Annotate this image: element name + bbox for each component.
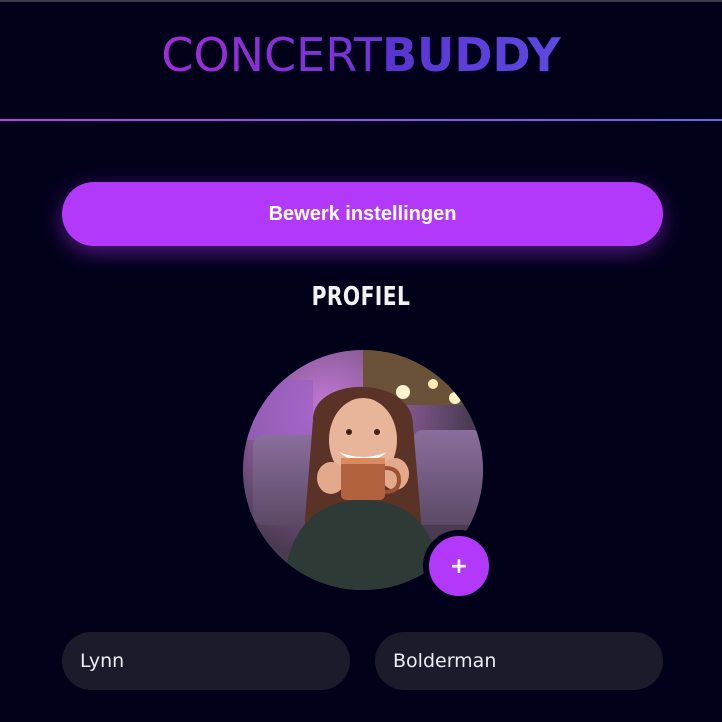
edit-settings-button[interactable]: Bewerk instellingen (62, 182, 663, 246)
plus-icon: + (449, 553, 469, 579)
app-header: CONCERTBUDDY (0, 2, 722, 120)
last-name-field[interactable] (375, 632, 663, 690)
app-logo[interactable]: CONCERTBUDDY (161, 32, 560, 78)
header-divider (0, 119, 722, 121)
logo-text-light: CONCERT (161, 28, 382, 82)
logo-text-bold: BUDDY (381, 28, 561, 82)
profile-heading: PROFIEL (311, 282, 411, 312)
add-photo-button[interactable]: + (423, 530, 495, 602)
first-name-field[interactable] (62, 632, 350, 690)
